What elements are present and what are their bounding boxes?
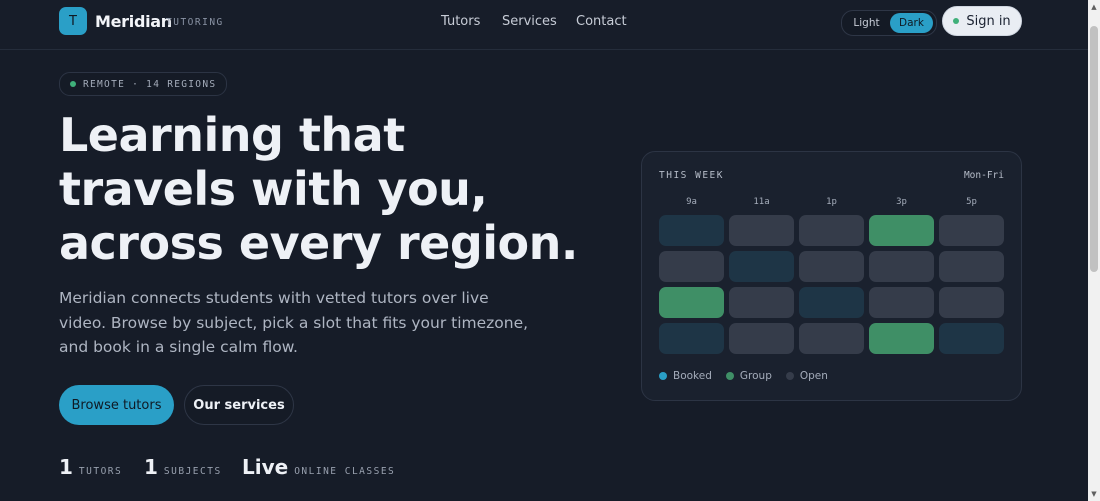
schedule-legend: Booked Group Open xyxy=(659,370,828,382)
slot-11a-row-2-dim[interactable] xyxy=(729,251,794,282)
our-services-button[interactable]: Our services xyxy=(184,385,294,425)
stat-label: TUTORS xyxy=(78,466,123,477)
open-dot-icon xyxy=(785,372,794,380)
legend-label: Open xyxy=(799,370,828,382)
status-dot-icon xyxy=(953,18,960,24)
nav-link-services[interactable]: Services xyxy=(502,14,557,29)
legend-item-booked: Booked xyxy=(659,370,712,382)
browse-tutors-button[interactable]: Browse tutors xyxy=(59,385,174,425)
column-header-1p: 1p xyxy=(826,197,837,207)
slot-1p-row-3-dim[interactable] xyxy=(799,287,864,318)
legend-label: Group xyxy=(739,370,772,382)
slot-11a-row-3-open[interactable] xyxy=(729,287,794,318)
hero-headline: Learning that travels with you, across e… xyxy=(59,108,619,270)
hero-description: Meridian connects students with vetted t… xyxy=(59,289,529,356)
column-header-5p: 5p xyxy=(966,197,977,207)
headline-line-3: across every region. xyxy=(59,216,578,270)
theme-toggle: Light Dark xyxy=(841,10,937,36)
column-header-11a: 11a xyxy=(753,197,770,207)
slot-5p-row-4-dim[interactable] xyxy=(939,323,1004,354)
nav-link-tutors[interactable]: Tutors xyxy=(441,14,480,29)
slot-3p-row-2-booked[interactable] xyxy=(869,251,934,282)
column-header-9a: 9a xyxy=(686,197,697,207)
slot-1p-row-1-open[interactable] xyxy=(799,215,864,246)
headline-line-2: travels with you, xyxy=(59,162,488,216)
schedule-title: THIS WEEK xyxy=(659,170,724,181)
slot-9a-row-3-group[interactable] xyxy=(659,287,724,318)
stat-value: 1 xyxy=(59,455,73,479)
status-dot-icon xyxy=(70,81,76,87)
brand-tagline: TUTORING xyxy=(166,17,224,28)
slot-5p-row-1-open[interactable] xyxy=(939,215,1004,246)
scroll-down-arrow-icon[interactable]: ▼ xyxy=(1090,489,1098,499)
schedule-range: Mon-Fri xyxy=(963,170,1004,181)
slot-3p-row-3-open[interactable] xyxy=(869,287,934,318)
logo-icon[interactable]: T xyxy=(59,7,87,35)
slot-1p-row-2-booked[interactable] xyxy=(799,251,864,282)
stat-label: ONLINE CLASSES xyxy=(294,466,396,477)
headline-line-1: Learning that xyxy=(59,108,405,162)
group-dot-icon xyxy=(725,372,734,380)
brand-name[interactable]: Meridian xyxy=(95,12,172,31)
nav-link-contact[interactable]: Contact xyxy=(576,14,627,29)
scroll-thumb[interactable] xyxy=(1090,26,1098,272)
slot-9a-row-1-dim[interactable] xyxy=(659,215,724,246)
stat-value: 1 xyxy=(144,455,158,479)
theme-option-dark[interactable]: Dark xyxy=(890,13,933,33)
sign-in-button[interactable]: Sign in xyxy=(942,6,1022,36)
slot-5p-row-3-booked[interactable] xyxy=(939,287,1004,318)
regions-badge-label: REMOTE · 14 REGIONS xyxy=(83,78,217,90)
stat-label: SUBJECTS xyxy=(163,466,222,477)
slot-9a-row-4-dim[interactable] xyxy=(659,323,724,354)
slot-11a-row-1-booked[interactable] xyxy=(729,215,794,246)
slot-3p-row-4-group[interactable] xyxy=(869,323,934,354)
column-header-3p: 3p xyxy=(896,197,907,207)
legend-item-group: Group xyxy=(725,370,772,382)
legend-label: Booked xyxy=(673,370,712,382)
page-scrollbar[interactable]: ▲ ▼ xyxy=(1088,0,1100,501)
slot-9a-row-2-open[interactable] xyxy=(659,251,724,282)
slot-1p-row-4-open[interactable] xyxy=(799,323,864,354)
booked-dot-icon xyxy=(659,372,667,380)
stat-value: Live xyxy=(242,455,289,479)
legend-item-open: Open xyxy=(785,370,828,382)
regions-badge: REMOTE · 14 REGIONS xyxy=(59,72,228,96)
scroll-up-arrow-icon[interactable]: ▲ xyxy=(1090,2,1098,12)
slot-11a-row-4-open[interactable] xyxy=(729,323,794,354)
sign-in-label: Sign in xyxy=(966,13,1011,29)
theme-option-light[interactable]: Light xyxy=(845,11,888,35)
slot-5p-row-2-open[interactable] xyxy=(939,251,1004,282)
stat-online-classes: Live ONLINE CLASSES xyxy=(242,455,395,479)
top-nav: T Meridian TUTORING Tutors Services Cont… xyxy=(0,0,1088,50)
slot-3p-row-1-group[interactable] xyxy=(869,215,934,246)
stat-tutors: 1 TUTORS xyxy=(59,455,122,479)
stat-subjects: 1 SUBJECTS xyxy=(144,455,222,479)
schedule-card: THIS WEEK Mon-Fri 9a 11a 1p 3p 5p Booked… xyxy=(641,151,1022,401)
